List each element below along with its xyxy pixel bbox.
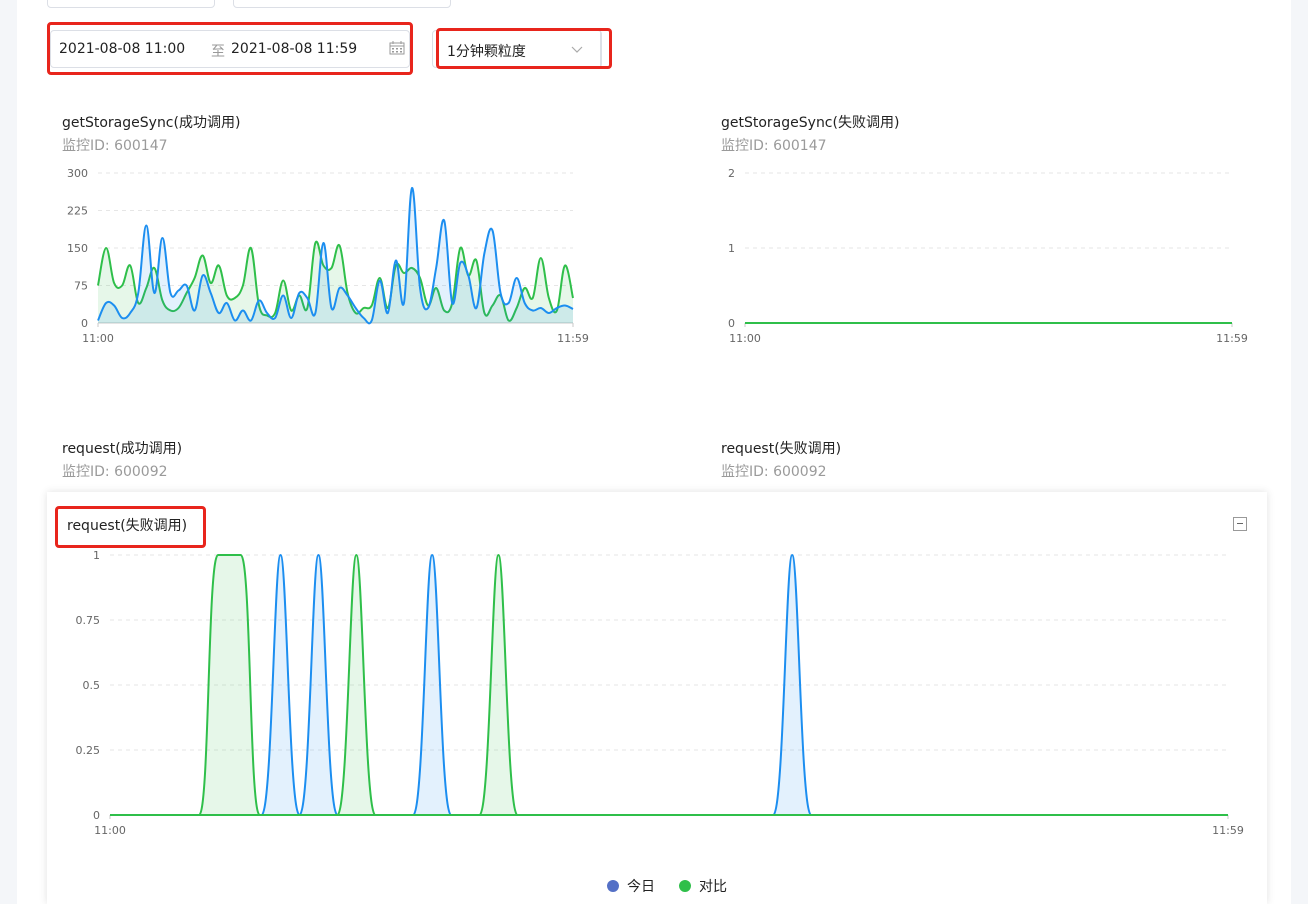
- chart1-y-tick: 75: [74, 280, 88, 293]
- chart1-y-tick: 300: [67, 167, 88, 180]
- chart1-y-tick: 150: [67, 242, 88, 255]
- chart3-y-tick: 0.5: [83, 679, 101, 692]
- chart3-x-tick-end: 11:59: [1212, 824, 1244, 837]
- chart3-y-tick: 0: [93, 809, 100, 822]
- chart3-y-tick: 0.25: [76, 744, 101, 757]
- chart1-y-tick: 225: [67, 205, 88, 218]
- chart2-y-tick: 1: [728, 242, 735, 255]
- chart1-x-tick-start: 11:00: [82, 332, 114, 345]
- charts-overlay: 0 75 150 225 300 11:00 11:59 0 1 2 11:00 11:59 0 0.25…: [67, 167, 1248, 837]
- chart3-y-tick: 1: [93, 549, 100, 562]
- chart3-x-tick-start: 11:00: [94, 824, 126, 837]
- chart2-x-tick-end: 11:59: [1216, 332, 1248, 345]
- chart2-y-tick: 0: [728, 317, 735, 330]
- chart1-x-tick-end: 11:59: [557, 332, 589, 345]
- chart3-y-tick: 0.75: [76, 614, 101, 627]
- chart2-y-tick: 2: [728, 167, 735, 180]
- chart1-y-tick: 0: [81, 317, 88, 330]
- chart2-x-tick-start: 11:00: [729, 332, 761, 345]
